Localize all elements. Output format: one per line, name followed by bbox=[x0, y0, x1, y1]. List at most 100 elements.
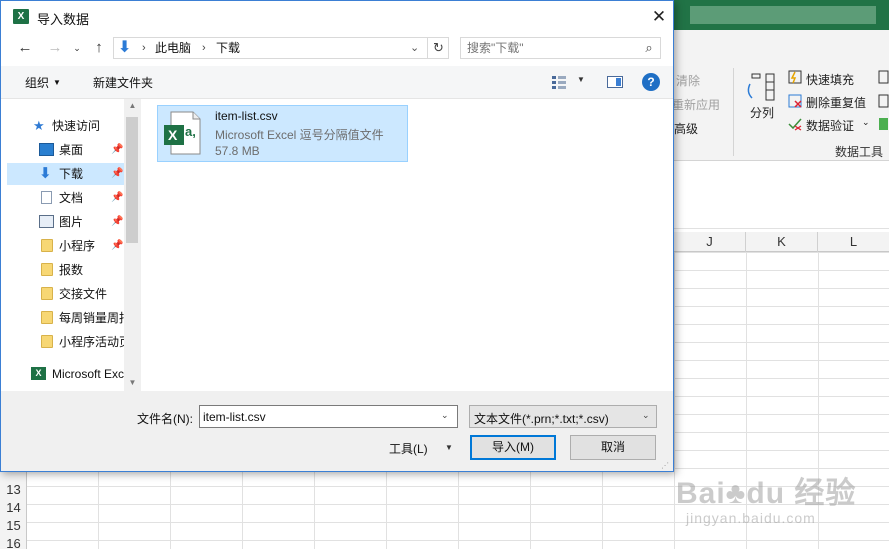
close-button[interactable]: ✕ bbox=[645, 4, 673, 30]
ribbon-split[interactable]: 分列 bbox=[750, 104, 774, 121]
picture-icon bbox=[39, 215, 54, 228]
organize-label: 组织 bbox=[25, 76, 50, 90]
row-header-16[interactable]: 16 bbox=[0, 535, 27, 549]
preview-pane-icon[interactable] bbox=[607, 76, 623, 88]
column-header-j[interactable]: J bbox=[674, 232, 746, 252]
row-header-13[interactable]: 13 bbox=[0, 481, 27, 499]
excel-app-icon: X bbox=[31, 367, 46, 380]
filename-combobox[interactable]: ⌄ bbox=[199, 405, 458, 428]
file-size: 57.8 MB bbox=[215, 144, 260, 158]
breadcrumb-this-pc[interactable]: 此电脑 bbox=[155, 40, 191, 56]
recent-locations-chevron-icon[interactable]: ⌄ bbox=[67, 38, 87, 58]
nav-item-label: 报数 bbox=[59, 263, 84, 277]
row-header-14[interactable]: 14 bbox=[0, 499, 27, 517]
view-options-caret-icon[interactable]: ▼ bbox=[577, 75, 585, 84]
file-name: item-list.csv bbox=[215, 109, 278, 123]
scroll-up-icon[interactable]: ▲ bbox=[124, 101, 141, 110]
navigation-scrollbar[interactable]: ▲ ▼ bbox=[124, 99, 141, 391]
cancel-button[interactable]: 取消 bbox=[570, 435, 656, 460]
change-view-icon[interactable] bbox=[551, 75, 567, 89]
address-bar[interactable]: ⬇ › 此电脑 › 下载 ⌄ ↻ bbox=[113, 37, 449, 59]
ribbon-clear[interactable]: 清除 bbox=[676, 72, 700, 89]
scrollbar-thumb[interactable] bbox=[126, 117, 138, 243]
tools-caret-icon[interactable]: ▼ bbox=[445, 443, 453, 452]
ribbon-advanced[interactable]: 高级 bbox=[674, 120, 698, 137]
download-icon: ⬇ bbox=[39, 165, 52, 182]
relationships-icon bbox=[878, 94, 889, 108]
dialog-title-bar[interactable]: X 导入数据 ✕ bbox=[1, 1, 673, 32]
chevron-down-icon[interactable]: ⌄ bbox=[862, 117, 870, 128]
baidu-watermark-logo: Bai♣du 经验 bbox=[676, 477, 857, 510]
nav-item-label: 文档 bbox=[59, 191, 84, 205]
refresh-icon[interactable]: ↻ bbox=[427, 38, 449, 58]
nav-item-documents[interactable]: 文档 📌 bbox=[7, 187, 124, 209]
pin-icon: 📌 bbox=[111, 144, 124, 155]
search-icon[interactable]: ⌕ bbox=[641, 40, 657, 56]
document-icon bbox=[41, 191, 52, 204]
download-folder-icon: ⬇ bbox=[118, 39, 132, 56]
nav-item-folder[interactable]: 小程序活动页 bbox=[7, 331, 124, 353]
desktop-icon bbox=[39, 143, 54, 156]
data-model-icon bbox=[879, 118, 888, 130]
chevron-down-icon[interactable]: ⌄ bbox=[441, 410, 449, 421]
search-input[interactable] bbox=[467, 40, 637, 56]
breadcrumb-downloads[interactable]: 下载 bbox=[216, 40, 240, 56]
file-type-select[interactable]: 文本文件(*.prn;*.txt;*.csv) ⌄ bbox=[469, 405, 657, 428]
nav-item-label: Microsoft Excel bbox=[52, 367, 124, 381]
chevron-down-icon: ⌄ bbox=[642, 410, 650, 420]
ribbon-group-data-tools: 数据工具 bbox=[835, 145, 884, 159]
folder-icon bbox=[41, 239, 53, 252]
new-folder-button[interactable]: 新建文件夹 bbox=[93, 74, 153, 91]
nav-item-label: 小程序活动页 bbox=[59, 335, 124, 349]
nav-item-folder[interactable]: 每周销量周报 bbox=[7, 307, 124, 329]
nav-item-label: 交接文件 bbox=[59, 287, 108, 301]
row-header-15[interactable]: 15 bbox=[0, 517, 27, 535]
ribbon-remove-duplicates[interactable]: 删除重复值 bbox=[806, 94, 866, 111]
back-arrow-icon[interactable]: ← bbox=[15, 38, 35, 58]
nav-item-folder[interactable]: 报数 bbox=[7, 259, 124, 281]
organize-button[interactable]: 组织 ▼ bbox=[25, 74, 61, 91]
star-icon: ★ bbox=[33, 118, 45, 133]
ribbon-data-validation[interactable]: 数据验证 bbox=[806, 117, 854, 134]
filename-input[interactable] bbox=[203, 409, 433, 424]
nav-item-excel-app[interactable]: X Microsoft Excel bbox=[7, 363, 124, 385]
tools-button[interactable]: 工具(L) bbox=[389, 440, 428, 457]
scroll-down-icon[interactable]: ▼ bbox=[124, 378, 141, 387]
pin-icon: 📌 bbox=[111, 240, 124, 251]
search-box[interactable]: ⌕ bbox=[460, 37, 661, 59]
file-list[interactable]: X a, item-list.csv Microsoft Excel 逗号分隔值… bbox=[141, 99, 673, 391]
nav-item-pictures[interactable]: 图片 📌 bbox=[7, 211, 124, 233]
ribbon-separator bbox=[733, 68, 734, 156]
file-type: Microsoft Excel 逗号分隔值文件 bbox=[215, 128, 384, 142]
nav-item-desktop[interactable]: 桌面 📌 bbox=[7, 139, 124, 161]
nav-item-label: 桌面 bbox=[59, 143, 84, 157]
nav-item-downloads[interactable]: ⬇ 下载 📌 bbox=[7, 163, 124, 185]
column-header-l[interactable]: L bbox=[818, 232, 889, 252]
address-dropdown-chevron-icon[interactable]: ⌄ bbox=[410, 40, 419, 56]
resize-grip-icon[interactable]: ⋰ bbox=[661, 461, 669, 470]
ribbon-reapply[interactable]: 重新应用 bbox=[672, 96, 720, 113]
navigation-bar: ← → ⌄ ↑ ⬇ › 此电脑 › 下载 ⌄ ↻ ⌕ bbox=[1, 32, 673, 66]
ribbon-flash-fill[interactable]: 快速填充 bbox=[806, 71, 854, 88]
breadcrumb-separator-icon[interactable]: › bbox=[202, 40, 206, 56]
forward-arrow-icon[interactable]: → bbox=[45, 38, 65, 58]
nav-item-label: 图片 bbox=[59, 215, 84, 229]
up-arrow-icon[interactable]: ↑ bbox=[89, 38, 109, 58]
nav-item-folder[interactable]: 交接文件 bbox=[7, 283, 124, 305]
nav-item-quick-access[interactable]: ★ 快速访问 bbox=[7, 115, 124, 137]
help-icon[interactable]: ? bbox=[642, 73, 660, 91]
column-header-k[interactable]: K bbox=[746, 232, 818, 252]
excel-logo-icon: X bbox=[13, 9, 29, 24]
nav-item-label: 快速访问 bbox=[52, 119, 101, 133]
nav-item-label: 下载 bbox=[59, 167, 84, 181]
dialog-toolbar: 组织 ▼ 新建文件夹 ▼ ? bbox=[1, 66, 673, 99]
file-item[interactable]: X a, item-list.csv Microsoft Excel 逗号分隔值… bbox=[157, 105, 408, 162]
import-button[interactable]: 导入(M) bbox=[470, 435, 556, 460]
pin-icon: 📌 bbox=[111, 168, 124, 179]
consolidate-icon bbox=[878, 70, 889, 84]
breadcrumb-separator-icon[interactable]: › bbox=[142, 40, 146, 56]
nav-item-folder[interactable]: 小程序 📌 bbox=[7, 235, 124, 257]
folder-icon bbox=[41, 263, 53, 276]
excel-search-strip[interactable] bbox=[690, 6, 876, 24]
baidu-watermark-url: jingyan.baidu.com bbox=[686, 510, 816, 526]
